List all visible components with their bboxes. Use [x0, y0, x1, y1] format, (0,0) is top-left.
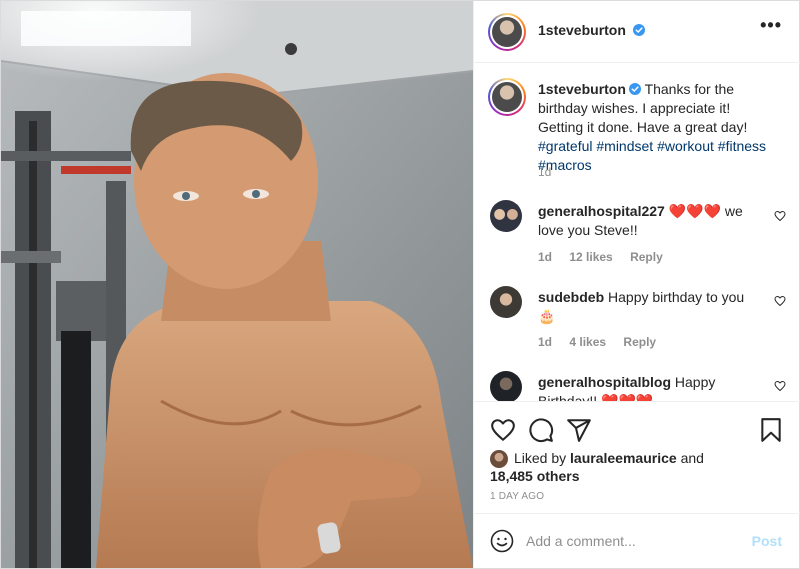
comment-avatar[interactable] [490, 371, 522, 401]
liker-username[interactable]: lauraleemaurice [570, 450, 677, 466]
comment-icon[interactable] [528, 417, 554, 443]
comment-like-heart-icon[interactable] [774, 210, 786, 222]
comment-like-heart-icon[interactable] [774, 380, 786, 392]
comment-avatar[interactable] [490, 286, 522, 318]
instagram-post: 1steveburton ••• 1steveburton Thanks for… [0, 0, 800, 569]
add-comment-input[interactable] [526, 530, 726, 552]
verified-badge-icon [628, 83, 641, 95]
reply-button[interactable]: Reply [630, 250, 663, 264]
caption-age: 1d [538, 165, 552, 179]
likes-and: and [680, 450, 704, 466]
comment-age: 1d [538, 250, 553, 264]
post-photo-image [1, 1, 473, 568]
liker-avatar[interactable] [490, 450, 508, 468]
comment-avatar[interactable] [490, 200, 522, 232]
post-photo[interactable] [1, 1, 473, 568]
author-name-row: 1steveburton [538, 22, 645, 38]
cake-emoji: 🎂 [538, 308, 556, 324]
comment-likes[interactable]: 12 likes [569, 250, 612, 264]
comment-age: 1d [538, 335, 553, 349]
comment-username[interactable]: generalhospital227 [538, 203, 665, 219]
smiley-icon[interactable] [490, 529, 514, 553]
comment-like-heart-icon[interactable] [774, 295, 786, 307]
hashtag-workout[interactable]: #workout [657, 138, 714, 154]
action-bar [474, 403, 800, 455]
hashtag-mindset[interactable]: #mindset [596, 138, 653, 154]
likes-others-count[interactable]: 18,485 others [490, 468, 580, 484]
post-side-panel: 1steveburton ••• 1steveburton Thanks for… [473, 1, 800, 568]
comment-likes[interactable]: 4 likes [569, 335, 606, 349]
likes-prefix: Liked by [514, 450, 567, 466]
comment-body: sudebdeb Happy birthday to you 🎂 [538, 288, 760, 326]
bookmark-icon[interactable] [758, 417, 784, 443]
comment-hearts: ❤️❤️❤️ [601, 393, 654, 402]
comment-meta: 1d 4 likes Reply [538, 335, 670, 349]
post-header: 1steveburton ••• [474, 1, 800, 63]
reply-button[interactable]: Reply [623, 335, 656, 349]
comment-body: generalhospitalblog Happy Birthday!! ❤️❤… [538, 373, 760, 402]
hashtag-grateful[interactable]: #grateful [538, 138, 592, 154]
add-comment-bar: Post [474, 513, 800, 568]
comment-username[interactable]: generalhospitalblog [538, 374, 671, 390]
comments-scroll-area[interactable]: 1steveburton Thanks for the birthday wis… [474, 64, 800, 402]
comment-hearts: ❤️❤️❤️ [668, 203, 722, 219]
author-avatar[interactable] [488, 13, 526, 51]
caption-author-avatar[interactable] [488, 78, 526, 116]
hashtag-fitness[interactable]: #fitness [718, 138, 766, 154]
comment-meta: 1d 12 likes Reply [538, 250, 677, 264]
post-comment-button[interactable]: Post [752, 533, 782, 549]
verified-badge-icon [632, 24, 645, 36]
likes-summary: Liked by lauraleemaurice and 18,485 othe… [490, 449, 790, 485]
share-icon[interactable] [566, 417, 592, 443]
author-username[interactable]: 1steveburton [538, 22, 626, 38]
heart-icon[interactable] [490, 417, 516, 443]
caption-author-username[interactable]: 1steveburton [538, 81, 626, 97]
comment-text: Happy birthday to you [608, 289, 745, 305]
comment-body: generalhospital227 ❤️❤️❤️ we love you St… [538, 202, 760, 240]
posted-date: 1 DAY AGO [490, 491, 545, 502]
more-options-icon[interactable]: ••• [760, 15, 782, 36]
comment-username[interactable]: sudebdeb [538, 289, 604, 305]
post-caption: 1steveburton Thanks for the birthday wis… [538, 80, 774, 175]
